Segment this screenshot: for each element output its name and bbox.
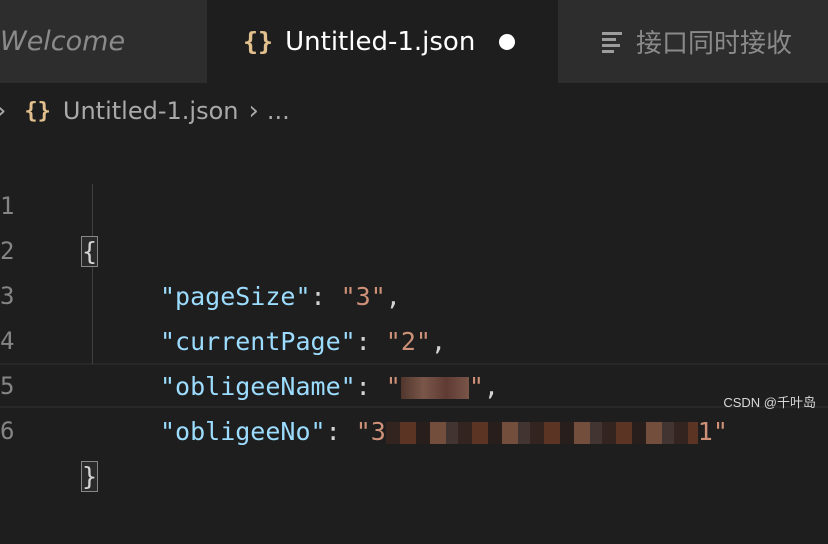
code-line: 4 "obligeeName": " ", <box>0 274 828 401</box>
redacted-value <box>385 422 698 444</box>
unsaved-dot-icon[interactable] <box>499 33 516 50</box>
close-brace: } <box>80 461 99 492</box>
watermark: CSDN @千叶岛 <box>723 395 816 410</box>
tab-untitled-json-label: Untitled-1.json <box>285 26 476 57</box>
breadcrumb-file[interactable]: Untitled-1.json <box>63 97 239 125</box>
code-line: 1 { <box>0 139 828 267</box>
json-key: "obligeeNo" <box>160 417 326 446</box>
chevron-right-icon: › <box>248 96 259 126</box>
code-line: 3 "currentPage": "2", <box>0 229 828 356</box>
breadcrumb-more[interactable]: ... <box>267 97 290 125</box>
json-file-icon: {} <box>24 98 51 124</box>
text-file-icon <box>602 31 624 53</box>
tab-welcome-label: Welcome <box>0 26 126 57</box>
chevron-right-icon: › <box>0 96 6 126</box>
tab-third[interactable]: 接口同时接收 <box>558 0 828 83</box>
tab-bar: Welcome {} Untitled-1.json 接口同时接收 <box>0 0 828 83</box>
code-editor[interactable]: 1 { 2 "pageSize": "3", 3 "currentPage": … <box>0 139 828 492</box>
breadcrumb: › {} Untitled-1.json › ... <box>0 83 828 139</box>
json-file-icon: {} <box>243 27 274 56</box>
tab-welcome[interactable]: Welcome <box>0 0 207 83</box>
code-line: 2 "pageSize": "3", <box>0 184 828 311</box>
line-number: 6 <box>0 417 15 445</box>
tab-untitled-json[interactable]: {} Untitled-1.json <box>207 0 558 83</box>
code-line: 5 "obligeeNo": "3 1" <box>0 319 828 446</box>
tab-third-label: 接口同时接收 <box>636 29 793 59</box>
code-line: 6 } <box>0 364 828 492</box>
